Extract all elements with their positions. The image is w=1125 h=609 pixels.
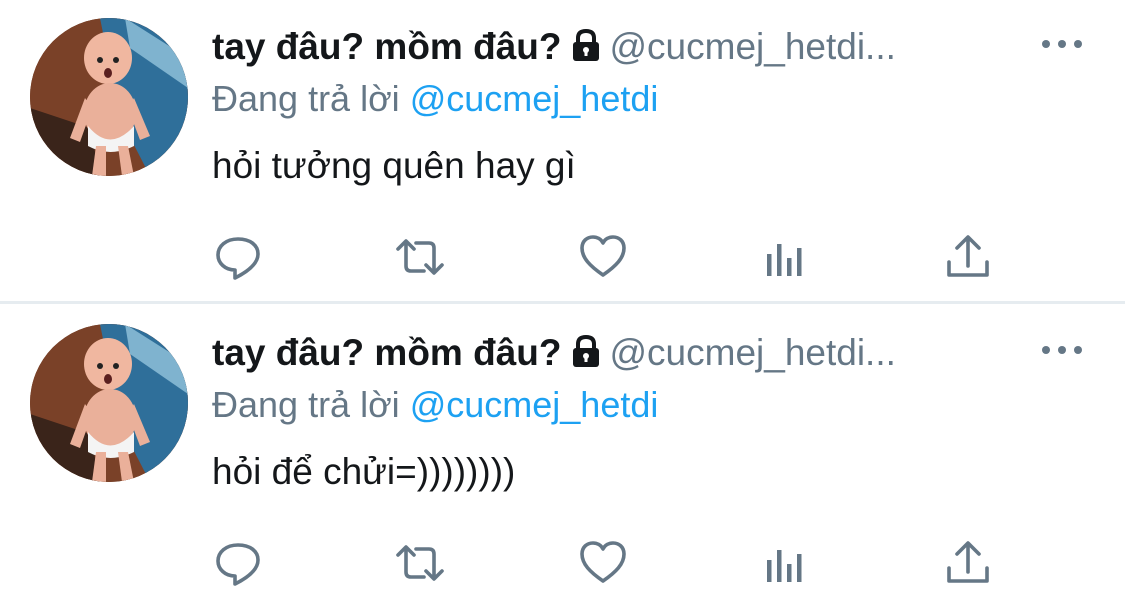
reply-icon[interactable] [213, 232, 263, 282]
retweet-icon[interactable] [395, 538, 445, 588]
analytics-icon[interactable] [762, 538, 812, 588]
user-handle[interactable]: @cucmej_hetdi... [609, 26, 895, 67]
tweet-text: hỏi tưởng quên hay gì [212, 145, 576, 186]
avatar-image [30, 324, 188, 482]
share-icon[interactable] [943, 538, 993, 588]
display-name[interactable]: tay đâu? mồm đâu? [212, 332, 561, 373]
more-options-icon[interactable] [1040, 336, 1084, 366]
lock-icon [569, 28, 603, 67]
like-icon[interactable] [578, 538, 628, 588]
user-handle[interactable]: @cucmej_hetdi... [609, 332, 895, 373]
reply-icon[interactable] [213, 538, 263, 588]
replying-to: Đang trả lời @cucmej_hetdi [212, 78, 658, 120]
avatar-image [30, 18, 188, 176]
lock-icon [569, 334, 603, 373]
retweet-icon[interactable] [395, 232, 445, 282]
tweet-text: hỏi để chửi=)))))))) [212, 451, 516, 492]
tweet[interactable]: tay đâu? mồm đâu? @cucmej_hetdi... Đang t… [0, 0, 1125, 300]
more-options-icon[interactable] [1040, 30, 1084, 60]
reply-mention-link[interactable]: @cucmej_hetdi [410, 78, 659, 119]
avatar[interactable] [30, 18, 188, 176]
tweet[interactable]: tay đâu? mồm đâu? @cucmej_hetdi... Đang t… [0, 306, 1125, 606]
reply-prefix: Đang trả lời [212, 78, 400, 119]
reply-prefix: Đang trả lời [212, 384, 400, 425]
tweet-divider [0, 301, 1125, 304]
like-icon[interactable] [578, 232, 628, 282]
display-name[interactable]: tay đâu? mồm đâu? [212, 26, 561, 67]
reply-mention-link[interactable]: @cucmej_hetdi [410, 384, 659, 425]
tweet-header: tay đâu? mồm đâu? @cucmej_hetdi... [212, 332, 1042, 382]
replying-to: Đang trả lời @cucmej_hetdi [212, 384, 658, 426]
avatar[interactable] [30, 324, 188, 482]
analytics-icon[interactable] [762, 232, 812, 282]
share-icon[interactable] [943, 232, 993, 282]
tweet-header: tay đâu? mồm đâu? @cucmej_hetdi... [212, 26, 1042, 76]
